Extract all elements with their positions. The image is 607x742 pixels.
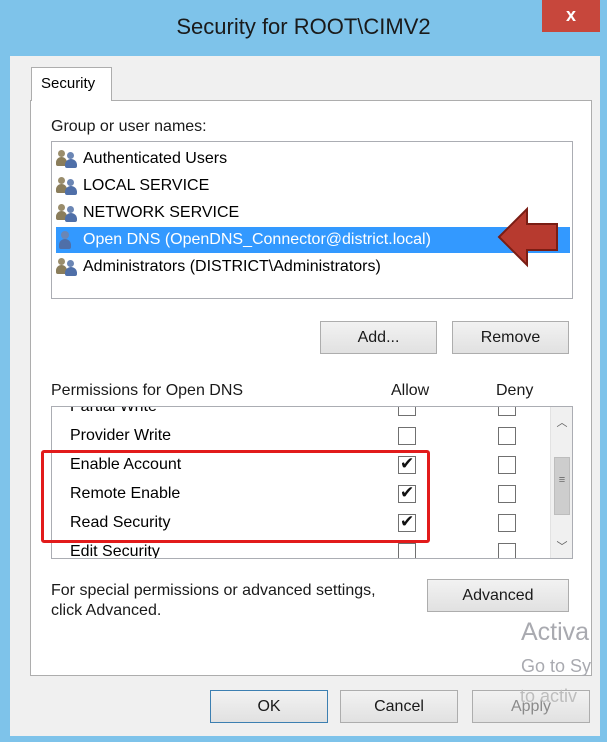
group-users-icon [56,176,78,196]
title-bar[interactable]: Security for ROOT\CIMV2 x [0,0,607,58]
permission-row: Enable Account [52,451,552,480]
user-name: Administrators (DISTRICT\Administrators) [83,258,381,275]
remove-button[interactable]: Remove [452,321,569,354]
list-item[interactable]: Administrators (DISTRICT\Administrators) [56,254,570,280]
permission-row: Read Security [52,509,552,538]
security-tab-panel: Group or user names: Authenticated Users [30,100,592,676]
user-name: Open DNS (OpenDNS_Connector@district.loc… [80,228,434,252]
group-users-icon [56,149,78,169]
permission-name: Read Security [70,514,171,531]
close-button[interactable]: x [542,0,600,32]
cancel-button[interactable]: Cancel [340,690,458,723]
user-list[interactable]: Authenticated Users LOCAL SERVICE NETWOR… [51,141,573,299]
activation-watermark-line-3: to activ [520,686,578,706]
scrollbar-thumb[interactable]: ≡ [554,457,570,515]
permission-row: Remote Enable [52,480,552,509]
single-user-icon [56,230,78,250]
permission-name: Edit Security [70,543,160,559]
user-name: NETWORK SERVICE [83,204,240,221]
deny-checkbox[interactable] [498,456,516,474]
allow-column-header: Allow [391,382,430,399]
permissions-list[interactable]: Partial Write Provider Write Enable Acco… [51,406,573,559]
dialog-window: Security for ROOT\CIMV2 x Security Group… [0,0,607,742]
permission-row: Edit Security [52,538,552,559]
permissions-scrollbar[interactable]: ︿ ≡ ﹀ [550,407,572,558]
user-name: Authenticated Users [83,150,228,167]
list-item[interactable]: LOCAL SERVICE [56,173,570,199]
list-item[interactable]: Authenticated Users [56,146,570,172]
list-item-selected[interactable]: Open DNS (OpenDNS_Connector@district.loc… [56,227,570,253]
tab-security[interactable]: Security [31,67,112,101]
deny-checkbox[interactable] [498,514,516,532]
window-title: Security for ROOT\CIMV2 [176,14,431,39]
group-names-label: Group or user names: [51,118,207,135]
deny-column-header: Deny [496,382,534,399]
permission-name: Remote Enable [70,485,181,502]
user-name: LOCAL SERVICE [83,177,210,194]
permissions-label: Permissions for Open DNS [51,382,244,399]
add-button[interactable]: Add... [320,321,437,354]
permission-name: Provider Write [70,427,172,444]
deny-checkbox[interactable] [498,543,516,558]
group-users-icon [56,203,78,223]
permission-name: Partial Write [70,406,157,415]
allow-checkbox[interactable] [398,512,416,532]
advanced-button[interactable]: Advanced [427,579,569,612]
permission-row: Partial Write [52,406,552,422]
grip-icon: ≡ [558,474,566,486]
activation-watermark-line-1: Activa [521,618,590,646]
permission-row: Provider Write [52,422,552,451]
special-note-line-2: click Advanced. [51,602,162,619]
allow-checkbox[interactable] [398,483,416,503]
pointer-arrow-icon [497,206,558,268]
allow-checkbox[interactable] [398,454,416,474]
ok-button[interactable]: OK [210,690,328,723]
scroll-up-arrow-icon[interactable]: ︿ [554,414,570,430]
scroll-down-arrow-icon[interactable]: ﹀ [554,538,570,554]
special-permissions-note: For special permissions or advanced sett… [51,581,376,621]
permission-name: Enable Account [70,456,182,473]
deny-checkbox[interactable] [498,407,516,416]
special-note-line-1: For special permissions or advanced sett… [51,582,376,599]
group-users-icon [56,257,78,277]
activation-watermark-line-2: Go to Sy [521,656,592,676]
allow-checkbox[interactable] [398,543,416,558]
dialog-client-area: Security Group or user names: Authentica… [10,56,600,736]
allow-checkbox[interactable] [398,427,416,445]
deny-checkbox[interactable] [498,485,516,503]
list-item[interactable]: NETWORK SERVICE [56,200,570,226]
allow-checkbox[interactable] [398,407,416,416]
deny-checkbox[interactable] [498,427,516,445]
